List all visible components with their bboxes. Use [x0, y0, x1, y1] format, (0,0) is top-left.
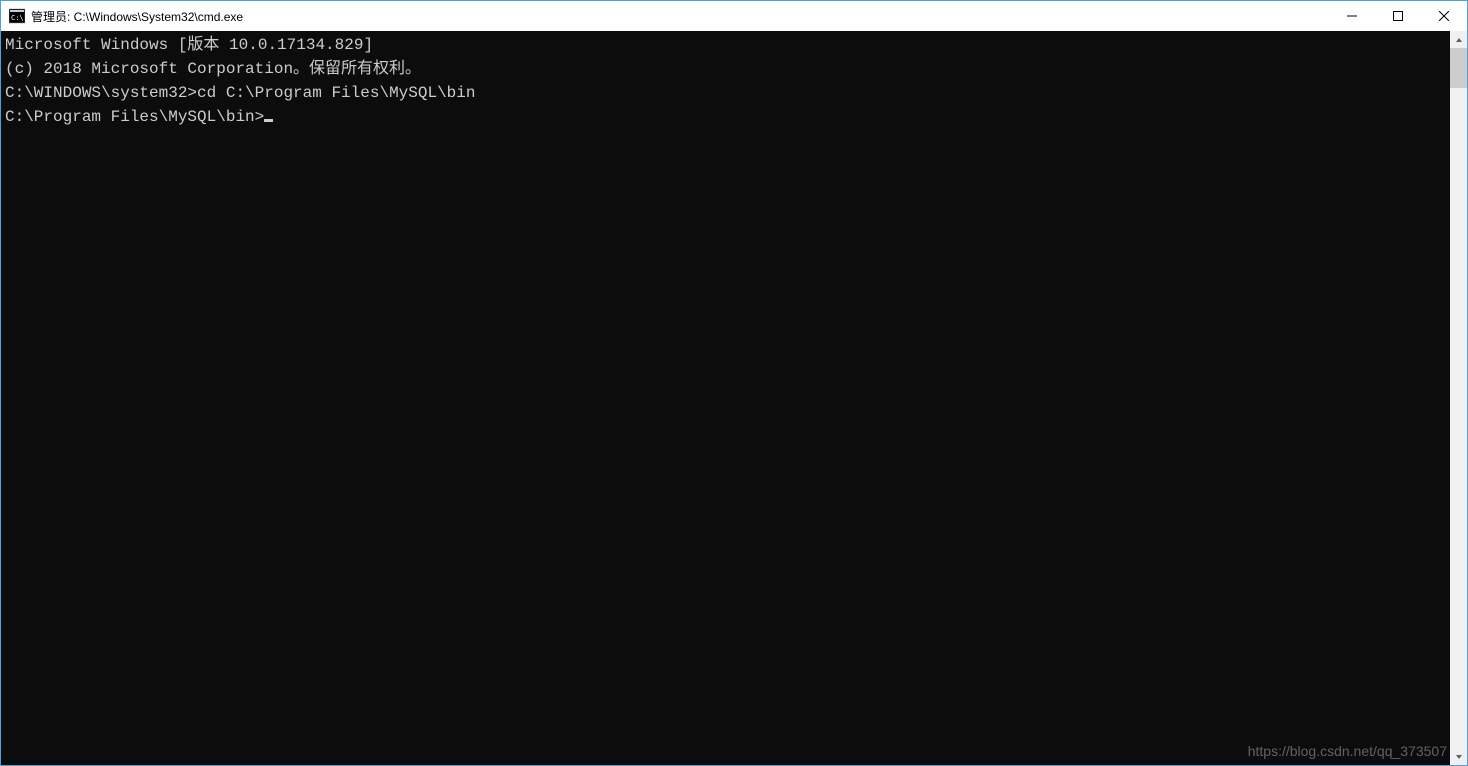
svg-text:C:\: C:\: [11, 14, 24, 22]
prompt: C:\WINDOWS\system32>: [5, 84, 197, 102]
scroll-down-arrow[interactable]: [1450, 748, 1467, 765]
cmd-window: C:\ 管理员: C:\Windows\System32\cmd.exe Mic…: [0, 0, 1468, 766]
terminal-output[interactable]: Microsoft Windows [版本 10.0.17134.829](c)…: [1, 31, 1450, 765]
output-line: (c) 2018 Microsoft Corporation。保留所有权利。: [5, 57, 1446, 81]
titlebar[interactable]: C:\ 管理员: C:\Windows\System32\cmd.exe: [1, 1, 1467, 31]
titlebar-text: 管理员: C:\Windows\System32\cmd.exe: [31, 8, 1329, 25]
output-line: Microsoft Windows [版本 10.0.17134.829]: [5, 33, 1446, 57]
command-text: cd C:\Program Files\MySQL\bin: [197, 84, 475, 102]
minimize-button[interactable]: [1329, 1, 1375, 31]
prompt-line: C:\WINDOWS\system32>cd C:\Program Files\…: [5, 81, 1446, 105]
cursor: [264, 119, 273, 122]
window-controls: [1329, 1, 1467, 31]
client-area: Microsoft Windows [版本 10.0.17134.829](c)…: [1, 31, 1467, 765]
scroll-thumb[interactable]: [1450, 48, 1467, 88]
scroll-track[interactable]: [1450, 48, 1467, 748]
prompt: C:\Program Files\MySQL\bin>: [5, 108, 264, 126]
prompt-line: C:\Program Files\MySQL\bin>: [5, 105, 1446, 129]
close-button[interactable]: [1421, 1, 1467, 31]
vertical-scrollbar[interactable]: [1450, 31, 1467, 765]
cmd-icon: C:\: [9, 8, 25, 24]
scroll-up-arrow[interactable]: [1450, 31, 1467, 48]
maximize-button[interactable]: [1375, 1, 1421, 31]
